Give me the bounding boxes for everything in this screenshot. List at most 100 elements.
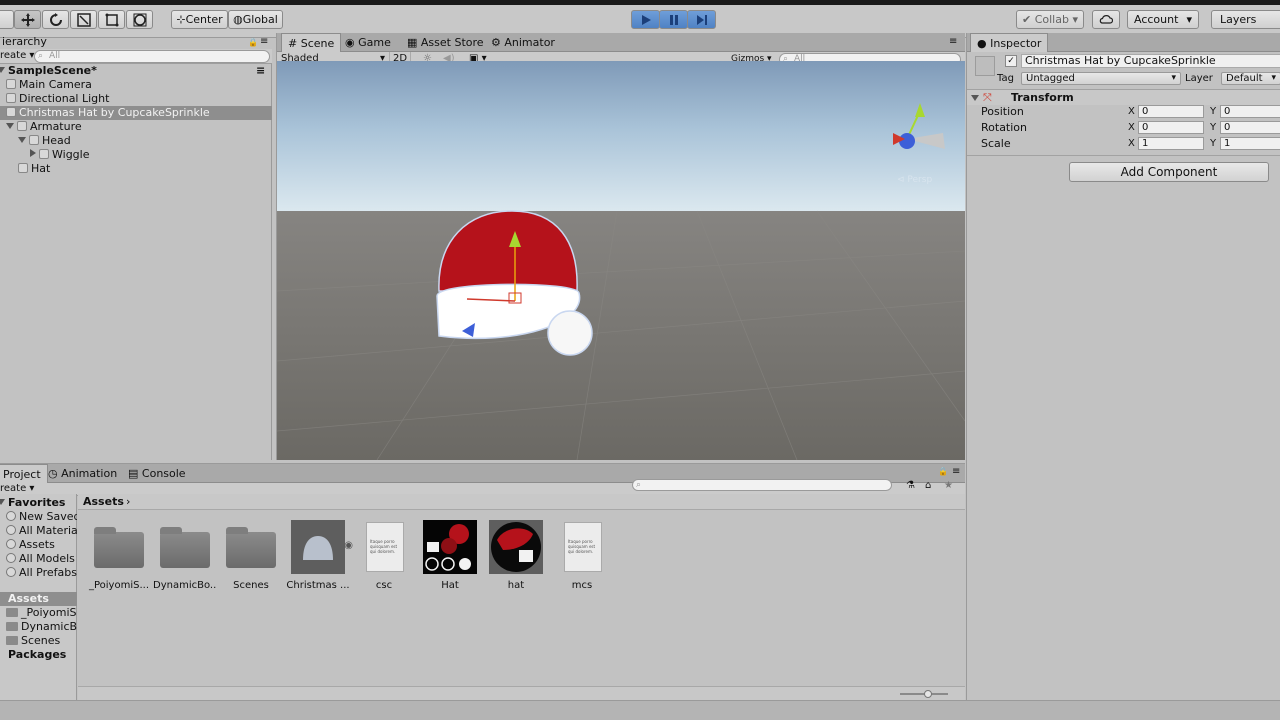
menu-icon[interactable]: ≡: [256, 64, 265, 78]
hierarchy-item-hat[interactable]: Hat: [0, 162, 272, 176]
move-tool-button[interactable]: [14, 10, 41, 29]
asset-item-csc[interactable]: Itaque porro quisquam est qui dolorem. c…: [352, 520, 416, 591]
rotation-label: Rotation: [981, 121, 1028, 134]
project-search-input[interactable]: ⌕: [632, 479, 892, 491]
expand-arrow-icon[interactable]: [0, 67, 5, 73]
tab-project[interactable]: Project: [0, 464, 48, 483]
slider-thumb[interactable]: [924, 690, 932, 698]
tab-asset-store[interactable]: ▦ Asset Store: [401, 33, 490, 52]
asset-label: csc: [375, 580, 393, 591]
asset-item-dynamicbone-folder[interactable]: DynamicBo...: [153, 520, 217, 591]
active-checkbox[interactable]: ✓: [1005, 55, 1017, 67]
object-name-field[interactable]: Christmas Hat by CupcakeSprinkle: [1021, 54, 1280, 68]
menu-icon[interactable]: ≡: [260, 36, 268, 47]
tab-inspector[interactable]: ● Inspector: [970, 33, 1049, 52]
hierarchy-item-directional-light[interactable]: Directional Light: [0, 92, 272, 106]
favorite-star-icon[interactable]: ★: [944, 480, 953, 491]
folder-item-scenes[interactable]: Scenes: [0, 634, 77, 648]
layer-dropdown[interactable]: Default: [1221, 72, 1280, 85]
scene-viewport[interactable]: ⊲ Persp: [277, 61, 965, 460]
move-icon: [20, 13, 35, 27]
hierarchy-item-head[interactable]: Head: [0, 134, 272, 148]
rotation-y-field[interactable]: 0: [1220, 121, 1280, 134]
tab-animation[interactable]: ◷ Animation: [42, 464, 123, 483]
hierarchy-panel: ierarchy 🔒 ≡ reate ▾ ⌕ All SampleScene* ≡…: [0, 36, 272, 460]
step-button[interactable]: [687, 10, 716, 29]
packages-folder-row[interactable]: Packages: [0, 648, 77, 662]
rotate-tool-button[interactable]: [42, 10, 69, 29]
account-dropdown[interactable]: Account ▾: [1127, 10, 1199, 29]
axis-x-label: X: [1128, 138, 1135, 149]
filter-type-icon[interactable]: ⚗: [906, 480, 915, 491]
add-component-button[interactable]: Add Component: [1069, 162, 1269, 182]
rotation-x-field[interactable]: 0: [1138, 121, 1204, 134]
tab-scene[interactable]: # Scene: [281, 33, 342, 52]
pause-button[interactable]: [659, 10, 688, 29]
expand-arrow-icon[interactable]: [0, 499, 5, 505]
field-value: 1: [1224, 138, 1231, 149]
asset-item-hat-texture[interactable]: Hat: [418, 520, 482, 591]
tab-console[interactable]: ▤ Console: [122, 464, 192, 483]
scale-x-field[interactable]: 1: [1138, 137, 1204, 150]
rotate-icon: [49, 13, 62, 26]
collapsed-arrow-icon[interactable]: [30, 149, 36, 157]
expand-arrow-icon[interactable]: [18, 137, 26, 143]
transform-tool-button[interactable]: [126, 10, 153, 29]
create-dropdown[interactable]: reate ▾: [0, 49, 34, 63]
tag-dropdown[interactable]: Untagged: [1021, 72, 1181, 85]
folder-item-poiyomi[interactable]: _PoiyomiSh: [0, 606, 77, 620]
pivot-center-button[interactable]: ⊹Center: [171, 10, 228, 29]
field-value: 1: [1142, 138, 1149, 149]
asset-item-hat-material[interactable]: hat: [484, 520, 548, 591]
asset-item-christmas-model[interactable]: ◉ Christmas ...: [286, 520, 353, 591]
hierarchy-item-christmas-hat[interactable]: Christmas Hat by CupcakeSprinkle: [0, 106, 272, 120]
favorite-item-all-prefabs[interactable]: All Prefabs: [0, 566, 77, 580]
tab-hierarchy[interactable]: ierarchy: [0, 36, 49, 48]
scene-root-row[interactable]: SampleScene* ≡: [0, 64, 272, 78]
scale-tool-button[interactable]: [70, 10, 97, 29]
favorites-header[interactable]: Favorites: [0, 496, 77, 510]
orientation-gizmo[interactable]: [893, 103, 945, 149]
layers-dropdown[interactable]: Layers: [1211, 10, 1280, 29]
expand-arrow-icon[interactable]: [6, 123, 14, 129]
expand-arrow-icon[interactable]: [971, 95, 979, 101]
cloud-button[interactable]: [1092, 10, 1120, 29]
item-label: Directional Light: [19, 92, 110, 105]
asset-label: hat: [507, 580, 525, 591]
favorite-item-assets[interactable]: Assets: [0, 538, 77, 552]
lock-icon[interactable]: 🔒: [248, 38, 258, 47]
hierarchy-search-input[interactable]: ⌕ All: [34, 50, 270, 63]
tab-game[interactable]: ◉ Game: [339, 33, 397, 52]
favorite-item-all-materials[interactable]: All Materials: [0, 524, 77, 538]
texture-preview-icon: [423, 520, 477, 574]
assets-folder-row[interactable]: Assets: [0, 592, 77, 606]
breadcrumb-assets[interactable]: Assets: [83, 495, 124, 508]
folder-item-dynamicbone[interactable]: DynamicBo: [0, 620, 77, 634]
menu-icon[interactable]: ≡: [952, 466, 960, 477]
folder-icon: [6, 622, 18, 631]
asset-item-mcs[interactable]: Itaque porro quisquam est qui dolorem. m…: [550, 520, 614, 591]
hand-tool-button[interactable]: [0, 10, 14, 29]
account-label: Account: [1134, 13, 1179, 26]
asset-item-scenes-folder[interactable]: Scenes: [219, 520, 283, 591]
hierarchy-item-wiggle[interactable]: Wiggle: [0, 148, 272, 162]
play-button[interactable]: [631, 10, 660, 29]
filter-label-icon[interactable]: ⌂: [925, 480, 931, 491]
tab-animator[interactable]: ⚙ Animator: [485, 33, 561, 52]
favorite-item-all-models[interactable]: All Models: [0, 552, 77, 566]
position-y-field[interactable]: 0: [1220, 105, 1280, 118]
hierarchy-item-main-camera[interactable]: Main Camera: [0, 78, 272, 92]
space-global-button[interactable]: ◍Global: [228, 10, 283, 29]
gameobject-icon: [6, 79, 16, 89]
asset-item-poiyomi-folder[interactable]: _PoiyomiS...: [87, 520, 151, 591]
menu-icon[interactable]: ≡: [949, 36, 957, 47]
collab-button[interactable]: ✔ Collab ▾: [1016, 10, 1084, 29]
rect-tool-button[interactable]: [98, 10, 125, 29]
hierarchy-item-armature[interactable]: Armature: [0, 120, 272, 134]
position-x-field[interactable]: 0: [1138, 105, 1204, 118]
lock-icon[interactable]: 🔒: [938, 467, 948, 476]
scale-y-field[interactable]: 1: [1220, 137, 1280, 150]
tab-label: Console: [141, 467, 186, 480]
transform-header[interactable]: ⤧ Transform: [967, 89, 1280, 105]
favorite-item-new-saved[interactable]: New Saved: [0, 510, 77, 524]
